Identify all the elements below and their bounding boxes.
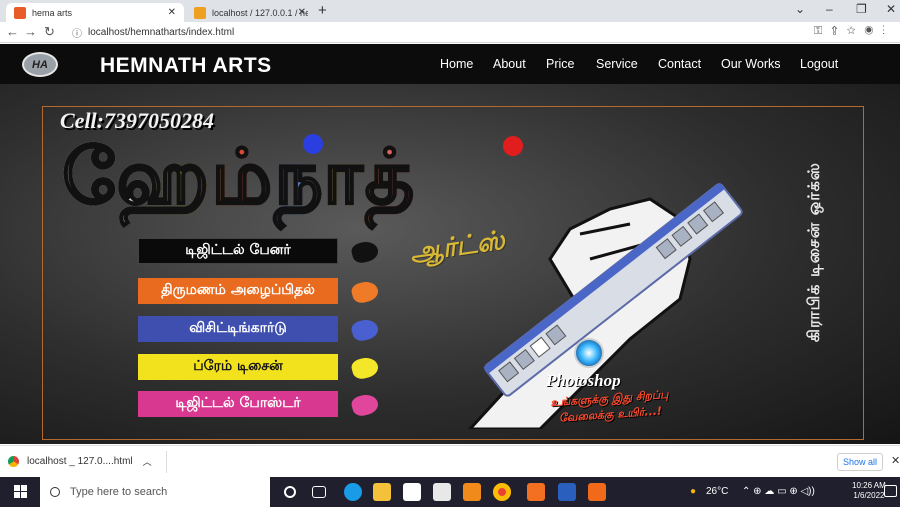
browser-tab-strip: hema arts ✕ localhost / 127.0.0.1 / hema… — [0, 0, 900, 22]
file-explorer-icon[interactable] — [373, 483, 391, 501]
cortana-icon[interactable] — [284, 486, 296, 498]
weather-icon[interactable]: ● — [690, 486, 696, 497]
nav-home[interactable]: Home — [440, 57, 473, 71]
close-window-icon[interactable]: ✕ — [886, 2, 896, 16]
download-filename: localhost _ 127.0....html — [27, 456, 133, 467]
url-field[interactable]: ⓘ localhost/hemnatharts/index.html — [68, 24, 830, 41]
search-icon — [50, 487, 60, 497]
tab-phpmyadmin[interactable]: localhost / 127.0.0.1 / hema / sig ✕ — [186, 3, 314, 22]
nav-about[interactable]: About — [493, 57, 526, 71]
nav-our-works[interactable]: Our Works — [721, 57, 781, 71]
notification-icon[interactable] — [884, 485, 897, 497]
url-text: localhost/hemnatharts/index.html — [88, 27, 235, 38]
minimize-icon[interactable]: – — [826, 2, 833, 16]
clock[interactable]: 10:26 AM 1/6/2022 — [852, 481, 886, 501]
show-all-button[interactable]: Show all — [837, 453, 883, 471]
favicon-icon — [14, 6, 26, 19]
divider — [166, 451, 167, 473]
windows-start-icon[interactable] — [14, 485, 27, 498]
chrome-icon — [8, 456, 19, 467]
store-icon[interactable] — [403, 483, 421, 501]
service-wedding-invitation: திருமணம் அழைப்பிதல் — [138, 278, 338, 304]
download-item[interactable]: localhost _ 127.0....html ︿ — [8, 455, 152, 468]
vertical-tagline: கிராபிக் டிசைன் ஒர்க்ஸ் — [804, 162, 823, 343]
forward-icon[interactable]: → — [24, 24, 37, 39]
tray-icons[interactable]: ⌃ ⊕ ☁ ▭ ⊕ ◁)) — [742, 486, 815, 497]
taskbar: Type here to search ● 26°C ⌃ ⊕ ☁ ▭ ⊕ ◁))… — [0, 477, 900, 507]
hero-banner: Cell:7397050284 ஹேம்நாத் ஆர்ட்ஸ் டிஜிட்ட… — [0, 84, 900, 444]
tab-hema-arts[interactable]: hema arts ✕ — [6, 3, 184, 22]
back-icon[interactable]: ← — [6, 24, 19, 39]
mail-icon[interactable] — [433, 483, 451, 501]
service-digital-poster: டிஜிட்டல் போஸ்டர் — [138, 391, 338, 417]
nav-logout[interactable]: Logout — [800, 57, 838, 71]
nav-price[interactable]: Price — [546, 57, 574, 71]
weather-temp[interactable]: 26°C — [706, 486, 728, 497]
reload-icon[interactable]: ↻ — [44, 24, 55, 40]
service-digital-banner: டிஜிட்டல் பேனர் — [138, 238, 338, 264]
close-tab-icon[interactable]: ✕ — [168, 7, 176, 18]
nav-contact[interactable]: Contact — [658, 57, 701, 71]
info-icon[interactable]: ⓘ — [72, 25, 82, 40]
edge-icon[interactable] — [344, 483, 362, 501]
title-dot-blue — [303, 134, 323, 154]
photoshop-label: Photoshop — [546, 371, 621, 390]
service-visiting-card: விசிட்டிங்கார்டு — [138, 316, 338, 342]
maximize-icon[interactable]: ❐ — [856, 2, 867, 16]
clock-time: 10:26 AM — [852, 481, 886, 490]
chevron-up-icon[interactable]: ︿ — [143, 455, 152, 468]
favicon-icon — [194, 6, 206, 19]
word-icon[interactable] — [558, 483, 576, 501]
site-brand[interactable]: HEMNATH ARTS — [100, 54, 272, 78]
site-logo[interactable]: HA — [22, 52, 58, 77]
banner-title: ஹேம்நாத் — [61, 131, 417, 222]
task-view-icon[interactable] — [312, 486, 326, 498]
chrome-taskbar-icon[interactable] — [493, 483, 511, 501]
photoshop-logo-icon — [574, 338, 604, 368]
tab-search-icon[interactable]: ⌄ — [795, 2, 805, 16]
tab-title: hema arts — [32, 7, 73, 18]
address-actions[interactable]: ⚿⇪☆◉⋮ — [814, 25, 894, 38]
new-tab-button[interactable]: + — [318, 3, 327, 19]
xampp-icon[interactable] — [527, 483, 545, 501]
nav-service[interactable]: Service — [596, 57, 638, 71]
taskbar-search[interactable]: Type here to search — [40, 477, 270, 507]
clock-date: 1/6/2022 — [853, 491, 885, 500]
downloads-bar: localhost _ 127.0....html ︿ Show all ✕ — [0, 445, 900, 477]
address-bar: ← → ↻ ⓘ localhost/hemnatharts/index.html… — [0, 22, 900, 43]
close-tab-icon[interactable]: ✕ — [298, 7, 306, 18]
close-downloads-icon[interactable]: ✕ — [891, 454, 900, 467]
tab-title: localhost / 127.0.0.1 / hema / sig — [212, 7, 308, 18]
service-frame-design: ப்ரேம் டிசைன் — [138, 354, 338, 380]
search-placeholder: Type here to search — [70, 486, 168, 498]
sublime-icon[interactable] — [463, 483, 481, 501]
xampp-control-icon[interactable] — [588, 483, 606, 501]
phone-number: Cell:7397050284 — [60, 108, 214, 133]
